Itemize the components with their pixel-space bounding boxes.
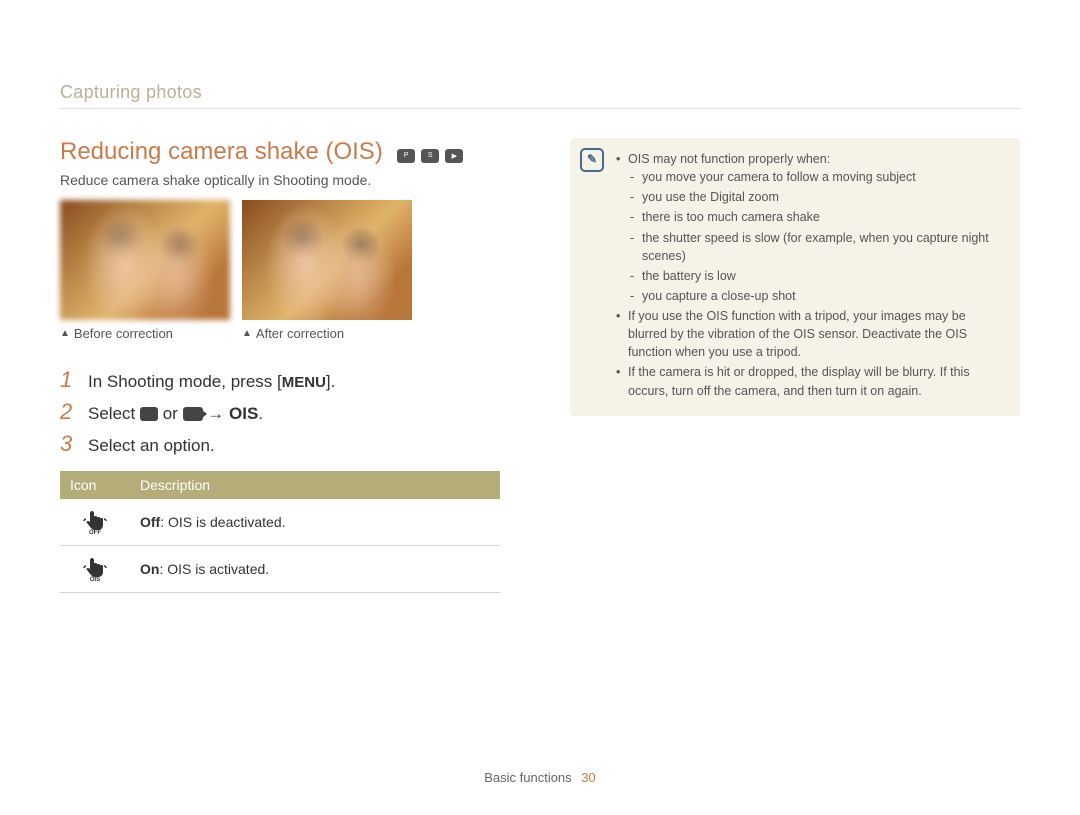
after-caption-text: After correction bbox=[256, 326, 344, 341]
breadcrumb: Capturing photos bbox=[60, 82, 202, 103]
note-box: ✎ OIS may not function properly when: yo… bbox=[570, 138, 1020, 416]
note-bullet-2: If you use the OIS function with a tripo… bbox=[616, 307, 1006, 361]
note-sub-3: the shutter speed is slow (for example, … bbox=[630, 229, 1006, 265]
page-title: Reducing camera shake (OIS) bbox=[60, 138, 383, 166]
title-mode-icons: P S ▶ bbox=[397, 149, 463, 163]
step-number: 2 bbox=[60, 399, 78, 425]
note-sub-0: you move your camera to follow a moving … bbox=[630, 168, 1006, 186]
program-mode-icon: P bbox=[397, 149, 415, 163]
table-row: OIS On: OIS is activated. bbox=[60, 546, 500, 593]
before-caption-text: Before correction bbox=[74, 326, 173, 341]
step-2-pre: Select bbox=[88, 404, 140, 423]
video-icon bbox=[183, 407, 203, 421]
row-0-rest: : OIS is deactivated. bbox=[160, 514, 285, 530]
row-0-bold: Off bbox=[140, 514, 160, 530]
divider bbox=[60, 108, 1020, 109]
note-intro: OIS may not function properly when: you … bbox=[616, 150, 1006, 305]
note-intro-text: OIS may not function properly when: bbox=[628, 152, 830, 166]
note-sub-5: you capture a close-up shot bbox=[630, 287, 1006, 305]
table-header: Icon Description bbox=[60, 471, 500, 499]
step-number: 1 bbox=[60, 367, 78, 393]
step-1: 1 In Shooting mode, press [MENU]. bbox=[60, 367, 520, 393]
step-1-post: ]. bbox=[326, 372, 335, 391]
step-number: 3 bbox=[60, 431, 78, 457]
options-table: Icon Description OFF Off: OIS is deactiv… bbox=[60, 471, 500, 593]
step-2-mid: or bbox=[158, 404, 183, 423]
step-2-post: . bbox=[258, 404, 263, 423]
footer: Basic functions 30 bbox=[0, 770, 1080, 785]
header-description: Description bbox=[130, 471, 500, 499]
video-mode-icon: ▶ bbox=[445, 149, 463, 163]
header-icon: Icon bbox=[60, 471, 130, 499]
camera-icon bbox=[140, 407, 158, 421]
after-photo bbox=[242, 200, 412, 320]
info-icon: ✎ bbox=[580, 148, 604, 172]
note-sub-2: there is too much camera shake bbox=[630, 208, 1006, 226]
footer-page: 30 bbox=[581, 770, 595, 785]
svg-text:OFF: OFF bbox=[89, 530, 101, 535]
scene-mode-icon: S bbox=[421, 149, 439, 163]
after-caption: ▲ After correction bbox=[242, 326, 412, 341]
step-2-target: OIS bbox=[229, 404, 258, 423]
svg-text:OIS: OIS bbox=[90, 577, 100, 582]
step-2: 2 Select or → OIS. bbox=[60, 399, 520, 425]
step-3: 3 Select an option. bbox=[60, 431, 520, 457]
row-1-rest: : OIS is activated. bbox=[159, 561, 269, 577]
row-1-bold: On bbox=[140, 561, 159, 577]
page-subtitle: Reduce camera shake optically in Shootin… bbox=[60, 172, 520, 188]
step-1-pre: In Shooting mode, press [ bbox=[88, 372, 282, 391]
table-row: OFF Off: OIS is deactivated. bbox=[60, 499, 500, 546]
before-caption: ▲ Before correction bbox=[60, 326, 230, 341]
note-bullet-3: If the camera is hit or dropped, the dis… bbox=[616, 363, 1006, 399]
triangle-up-icon: ▲ bbox=[60, 328, 70, 339]
footer-section: Basic functions bbox=[484, 770, 571, 785]
note-sub-1: you use the Digital zoom bbox=[630, 188, 1006, 206]
menu-button-label: MENU bbox=[282, 374, 326, 391]
note-sub-4: the battery is low bbox=[630, 267, 1006, 285]
ois-off-icon: OFF bbox=[82, 509, 108, 535]
step-3-text: Select an option. bbox=[88, 436, 215, 456]
ois-on-icon: OIS bbox=[82, 556, 108, 582]
before-photo bbox=[60, 200, 230, 320]
triangle-up-icon: ▲ bbox=[242, 328, 252, 339]
